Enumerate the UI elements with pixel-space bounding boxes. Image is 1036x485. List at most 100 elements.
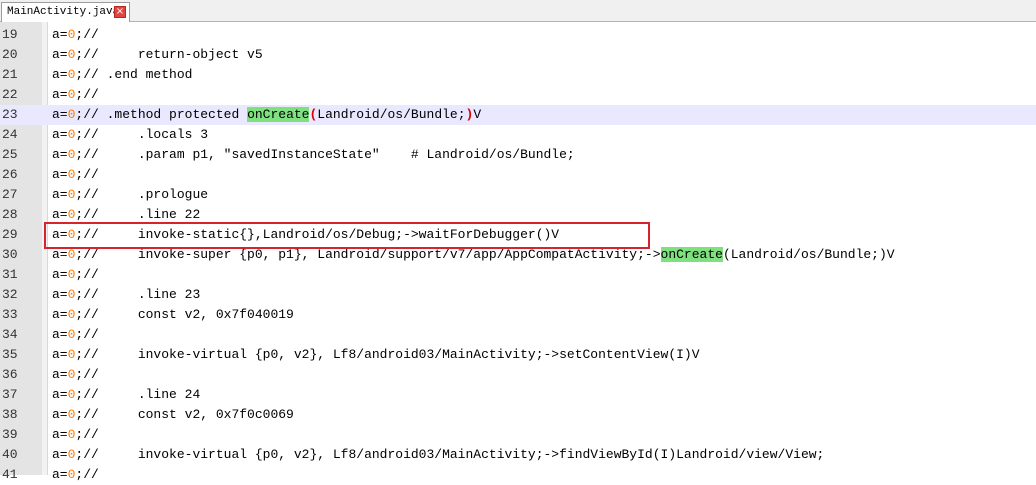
code-prefix: a=	[52, 327, 68, 342]
code-content: ;// .end method	[75, 67, 193, 82]
code-line[interactable]: 33 a=0;// const v2, 0x7f040019	[0, 305, 1036, 325]
line-number: 25	[2, 147, 18, 162]
code-prefix: a=	[52, 227, 68, 242]
code-content: ;// .line 22	[75, 207, 201, 222]
line-number: 27	[2, 187, 18, 202]
code-line[interactable]: 31 a=0;//	[0, 265, 1036, 285]
line-number: 31	[2, 267, 18, 282]
code-prefix: a=	[52, 287, 68, 302]
code-text: a=0;// .line 24	[52, 385, 200, 405]
code-prefix: a=	[52, 187, 68, 202]
code-content: ;// return-object v5	[75, 47, 263, 62]
code-line[interactable]: 41 a=0;//	[0, 465, 1036, 485]
line-number: 36	[2, 367, 18, 382]
tab-mainactivity-java[interactable]: MainActivity.java ×	[1, 2, 130, 22]
code-content: ;//	[75, 267, 99, 282]
code-line[interactable]: 37 a=0;// .line 24	[0, 385, 1036, 405]
line-number: 33	[2, 307, 18, 322]
code-text: a=0;// const v2, 0x7f0c0069	[52, 405, 294, 425]
line-number: 21	[2, 67, 18, 82]
code-editor[interactable]: 19 a=0;// 20 a=0;// return-object v5 21 a=0;/…	[0, 25, 1036, 485]
code-content: ;// .line 24	[75, 387, 201, 402]
line-number: 23	[2, 107, 18, 122]
code-line[interactable]: 26 a=0;//	[0, 165, 1036, 185]
code-text: a=0;// invoke-virtual {p0, v2}, Lf8/andr…	[52, 445, 824, 465]
code-line[interactable]: 32 a=0;// .line 23	[0, 285, 1036, 305]
code-prefix: a=	[52, 207, 68, 222]
code-prefix: a=	[52, 247, 68, 262]
code-text: a=0;//	[52, 325, 99, 345]
code-line[interactable]: 38 a=0;// const v2, 0x7f0c0069	[0, 405, 1036, 425]
code-line[interactable]: 35 a=0;// invoke-virtual {p0, v2}, Lf8/an…	[0, 345, 1036, 365]
code-text: a=0;// const v2, 0x7f040019	[52, 305, 294, 325]
close-icon[interactable]: ×	[114, 6, 126, 18]
code-content: ;// invoke-virtual {p0, v2}, Lf8/android…	[75, 347, 700, 362]
code-text: a=0;// invoke-super {p0, p1}, Landroid/s…	[52, 245, 895, 265]
code-text: a=0;// .prologue	[52, 185, 208, 205]
code-line[interactable]: 25 a=0;// .param p1, "savedInstanceState"…	[0, 145, 1036, 165]
code-prefix: a=	[52, 407, 68, 422]
code-text: a=0;// invoke-virtual {p0, v2}, Lf8/andr…	[52, 345, 700, 365]
code-text: a=0;//	[52, 265, 99, 285]
code-line[interactable]: 30 a=0;// invoke-super {p0, p1}, Landroid…	[0, 245, 1036, 265]
code-line[interactable]: 40 a=0;// invoke-virtual {p0, v2}, Lf8/an…	[0, 445, 1036, 465]
search-match-highlight: onCreate	[660, 247, 723, 262]
line-number: 37	[2, 387, 18, 402]
code-text: a=0;//	[52, 165, 99, 185]
code-content: ;// const v2, 0x7f040019	[75, 307, 294, 322]
code-content-tail: V	[473, 107, 482, 122]
code-line[interactable]: 22 a=0;//	[0, 85, 1036, 105]
code-line[interactable]: 27 a=0;// .prologue	[0, 185, 1036, 205]
line-number: 29	[2, 227, 18, 242]
code-text: a=0;// invoke-static{},Landroid/os/Debug…	[52, 225, 559, 245]
code-line[interactable]: 20 a=0;// return-object v5	[0, 45, 1036, 65]
line-number: 30	[2, 247, 18, 262]
code-line[interactable]: 34 a=0;//	[0, 325, 1036, 345]
code-text: a=0;// .param p1, "savedInstanceState" #…	[52, 145, 575, 165]
line-number: 19	[2, 27, 18, 42]
code-content: ;//	[75, 87, 99, 102]
code-line[interactable]: 29 a=0;// invoke-static{},Landroid/os/Deb…	[0, 225, 1036, 245]
line-number: 22	[2, 87, 18, 102]
code-content-rest: Landroid/os/Bundle;	[317, 107, 466, 122]
line-number: 24	[2, 127, 18, 142]
code-prefix: a=	[52, 27, 68, 42]
code-line[interactable]: 21 a=0;// .end method	[0, 65, 1036, 85]
tab-filename: MainActivity.java	[7, 6, 120, 18]
code-content: ;//	[75, 427, 99, 442]
code-line[interactable]: 39 a=0;//	[0, 425, 1036, 445]
code-line[interactable]: 19 a=0;//	[0, 25, 1036, 45]
line-number: 26	[2, 167, 18, 182]
code-prefix: a=	[52, 387, 68, 402]
code-prefix: a=	[52, 427, 68, 442]
line-number: 40	[2, 447, 18, 462]
line-number: 34	[2, 327, 18, 342]
code-prefix: a=	[52, 127, 68, 142]
code-prefix: a=	[52, 307, 68, 322]
code-text: a=0;//	[52, 85, 99, 105]
code-content-rest: (Landroid/os/Bundle;)V	[722, 247, 895, 262]
code-text: a=0;//	[52, 25, 99, 45]
code-content: ;// .line 23	[75, 287, 201, 302]
line-number: 41	[2, 467, 18, 482]
code-content: ;//	[75, 327, 99, 342]
code-content: ;// invoke-virtual {p0, v2}, Lf8/android…	[75, 447, 825, 462]
line-number: 20	[2, 47, 18, 62]
code-content: ;//	[75, 27, 99, 42]
code-content: ;// .param p1, "savedInstanceState" # La…	[75, 147, 575, 162]
code-text: a=0;// return-object v5	[52, 45, 263, 65]
search-match-highlight: onCreate	[247, 107, 310, 122]
line-number: 32	[2, 287, 18, 302]
code-line[interactable]: 24 a=0;// .locals 3	[0, 125, 1036, 145]
code-prefix: a=	[52, 47, 68, 62]
code-prefix: a=	[52, 267, 68, 282]
code-text: a=0;// .end method	[52, 65, 192, 85]
code-line[interactable]: 23 a=0;// .method protected onCreate(Land…	[0, 105, 1036, 125]
line-number: 35	[2, 347, 18, 362]
code-prefix: a=	[52, 447, 68, 462]
code-line[interactable]: 36 a=0;//	[0, 365, 1036, 385]
code-line[interactable]: 28 a=0;// .line 22	[0, 205, 1036, 225]
tab-bar: MainActivity.java ×	[0, 0, 1036, 22]
code-text: a=0;// .line 22	[52, 205, 200, 225]
code-text: a=0;//	[52, 365, 99, 385]
